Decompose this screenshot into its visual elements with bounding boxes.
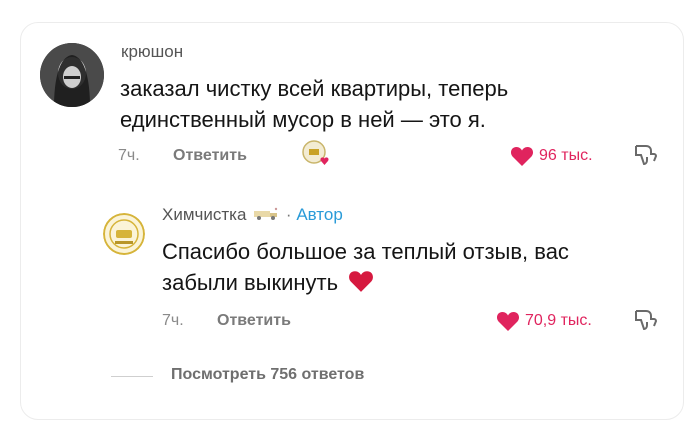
reply-dislike-icon[interactable]	[632, 307, 658, 338]
author-badge: Автор	[296, 205, 343, 224]
red-heart-emoji-icon	[348, 269, 374, 301]
separator-dot: ·	[285, 205, 292, 224]
reply-avatar[interactable]	[103, 213, 145, 255]
sticker-icon[interactable]	[301, 139, 331, 174]
comment-username[interactable]: крюшон	[121, 42, 183, 62]
comment-text-line: единственный мусор в ней — это я.	[120, 107, 486, 132]
comment-time: 7ч.	[118, 147, 140, 164]
comment-text: заказал чистку всей квартиры, теперь еди…	[120, 73, 508, 135]
reply-username[interactable]: Химчистка	[162, 205, 246, 224]
comment-text-line: заказал чистку всей квартиры, теперь	[120, 76, 509, 101]
avatar-image	[40, 43, 104, 107]
reply-like-count: 70,9 тыс.	[525, 312, 592, 329]
comment-card: крюшон заказал чистку всей квартиры, теп…	[20, 22, 684, 420]
reply-text-line: Спасибо большое за теплый отзыв, вас	[162, 239, 569, 264]
view-replies-button[interactable]: Посмотреть 756 ответов	[171, 366, 364, 384]
dislike-icon[interactable]	[632, 142, 658, 173]
like-count: 96 тыс.	[539, 147, 593, 164]
reply-text: Спасибо большое за теплый отзыв, вас заб…	[162, 236, 569, 301]
reply-time: 7ч.	[162, 312, 184, 329]
reply-username-row: Химчистка · Автор	[162, 205, 343, 226]
reply-button[interactable]: Ответить	[173, 147, 247, 165]
reply-reply-button[interactable]: Ответить	[217, 312, 291, 330]
reply-text-line2: забыли выкинуть	[162, 267, 569, 301]
divider	[111, 376, 153, 377]
like-heart-icon[interactable]	[510, 145, 534, 172]
avatar[interactable]	[40, 43, 104, 107]
reply-text-line: забыли выкинуть	[162, 270, 339, 295]
reply-like-heart-icon[interactable]	[496, 310, 520, 337]
truck-emoji-icon	[251, 205, 281, 226]
